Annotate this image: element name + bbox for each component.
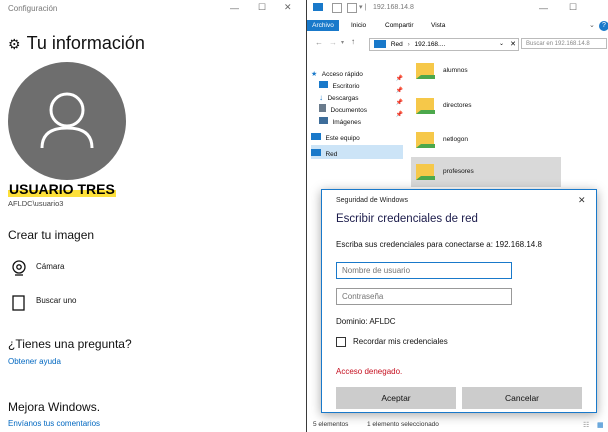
improve-heading: Mejora Windows.	[8, 400, 101, 414]
pin-icon: 📌	[395, 76, 403, 82]
nav-downloads[interactable]: ↓ Descargas 📌	[311, 87, 403, 102]
folder-item[interactable]: directores	[411, 91, 561, 121]
nav-pictures[interactable]: Imágenes 📌	[311, 111, 403, 127]
gear-icon: ⚙	[8, 36, 21, 52]
address-host[interactable]: 192.168....	[415, 41, 446, 48]
explorer-title: 192.168.14.8	[373, 4, 414, 11]
new-folder-icon[interactable]	[347, 3, 357, 13]
folder-label: profesores	[443, 168, 474, 175]
tab-inicio[interactable]: Inicio	[351, 21, 366, 31]
error-message: Acceso denegado.	[336, 367, 403, 376]
nav-this-pc-label: Este equipo	[325, 135, 360, 142]
tab-vista[interactable]: Vista	[431, 21, 445, 31]
address-bar[interactable]: Red › 192.168.... ⌄ ✕	[369, 38, 519, 51]
address-separator: ›	[407, 41, 410, 48]
dialog-heading: Escribir credenciales de red	[336, 213, 478, 225]
tab-compartir[interactable]: Compartir	[385, 21, 414, 31]
large-icons-view-icon[interactable]: ▦	[597, 421, 604, 429]
up-icon[interactable]: ↑	[351, 37, 355, 46]
address-dropdown-icon[interactable]: ⌄	[499, 39, 504, 50]
nav-documents[interactable]: Documentos 📌	[311, 99, 403, 114]
quick-access-dropdown-icon[interactable]: ▾ |	[359, 3, 366, 11]
address-root[interactable]: Red	[391, 41, 403, 48]
settings-window-title: Configuración	[8, 4, 58, 13]
accept-button[interactable]: Aceptar	[336, 387, 456, 409]
shared-folder-icon	[416, 164, 435, 180]
camera-label: Cámara	[36, 262, 65, 271]
dialog-title: Seguridad de Windows	[336, 197, 408, 204]
user-silhouette-icon	[40, 92, 94, 149]
nav-pictures-label: Imágenes	[332, 119, 361, 126]
maximize-button[interactable]: ☐	[258, 2, 266, 13]
browse-file-icon	[12, 295, 25, 311]
recent-dropdown-icon[interactable]: ▾	[341, 39, 344, 46]
help-icon[interactable]: ?	[599, 21, 608, 31]
folder-item[interactable]: alumnos	[411, 56, 561, 86]
username: USUARIO TRES	[8, 181, 116, 197]
status-selection: 1 elemento seleccionado	[367, 421, 439, 428]
forward-icon[interactable]: →	[329, 38, 337, 47]
create-image-heading: Crear tu imagen	[8, 228, 95, 242]
network-icon	[374, 40, 386, 49]
shared-folder-icon	[416, 132, 435, 148]
pin-icon: 📌	[395, 88, 403, 94]
tab-archivo[interactable]: Archivo	[307, 20, 339, 31]
search-input[interactable]: Buscar en 192.168.14.8	[521, 38, 607, 49]
username-input[interactable]	[336, 262, 512, 279]
folder-label: netlogon	[443, 136, 468, 143]
camera-option[interactable]: Cámara	[10, 259, 64, 282]
page-title-text: Tu información	[26, 33, 145, 53]
details-view-icon[interactable]: ☷	[583, 421, 589, 429]
shared-folder-icon	[416, 63, 435, 79]
status-item-count: 5 elementos	[313, 421, 349, 428]
folder-label: alumnos	[443, 67, 468, 74]
cancel-button[interactable]: Cancelar	[462, 387, 582, 409]
credentials-dialog: Seguridad de Windows ✕ Escribir credenci…	[321, 189, 597, 413]
computer-icon	[311, 133, 321, 140]
folder-item-selected[interactable]: profesores	[411, 157, 561, 187]
ribbon-expand-icon[interactable]: ⌄	[589, 21, 595, 29]
dialog-prompt: Escriba sus credenciales para conectarse…	[336, 240, 542, 249]
minimize-button[interactable]: —	[230, 3, 239, 13]
help-link[interactable]: Obtener ayuda	[8, 357, 61, 366]
explorer-minimize-button[interactable]: —	[539, 3, 548, 13]
pin-icon: 📌	[395, 100, 403, 106]
account-name: AFLDC\usuario3	[8, 199, 64, 208]
back-icon[interactable]: ←	[315, 38, 323, 47]
folder-label: directores	[443, 102, 472, 109]
close-button[interactable]: ✕	[284, 2, 292, 13]
nav-network-label: Red	[325, 151, 338, 158]
feedback-link[interactable]: Envíanos tus comentarios	[8, 419, 100, 428]
avatar	[8, 62, 126, 180]
page-title: ⚙ Tu información	[8, 33, 145, 54]
clear-address-icon[interactable]: ✕	[510, 39, 516, 50]
folder-item[interactable]: netlogon	[411, 125, 561, 155]
navigation-pane: ★ Acceso rápido Escritorio 📌 ↓ Descargas…	[311, 63, 403, 159]
pictures-icon	[319, 117, 328, 124]
network-drive-icon	[313, 3, 323, 11]
browse-option[interactable]: Buscar uno	[10, 293, 76, 318]
nav-network[interactable]: Red	[311, 145, 403, 159]
password-input[interactable]	[336, 288, 512, 305]
explorer-maximize-button[interactable]: ☐	[569, 2, 577, 13]
network-icon	[311, 149, 321, 156]
dialog-close-button[interactable]: ✕	[578, 195, 586, 206]
question-heading: ¿Tienes una pregunta?	[8, 337, 132, 351]
properties-icon[interactable]	[332, 3, 342, 13]
pin-icon: 📌	[395, 112, 403, 118]
remember-checkbox[interactable]	[336, 337, 346, 347]
remember-label: Recordar mis credenciales	[353, 337, 448, 346]
camera-icon	[12, 260, 26, 276]
nav-quick-access[interactable]: ★ Acceso rápido	[311, 63, 403, 78]
settings-window: Configuración — ☐ ✕ ⚙ Tu información USUA…	[0, 0, 305, 432]
shared-folder-icon	[416, 98, 435, 114]
domain-label: Dominio: AFLDC	[336, 317, 396, 326]
nav-desktop[interactable]: Escritorio 📌	[311, 75, 403, 90]
browse-label: Buscar uno	[36, 296, 77, 305]
